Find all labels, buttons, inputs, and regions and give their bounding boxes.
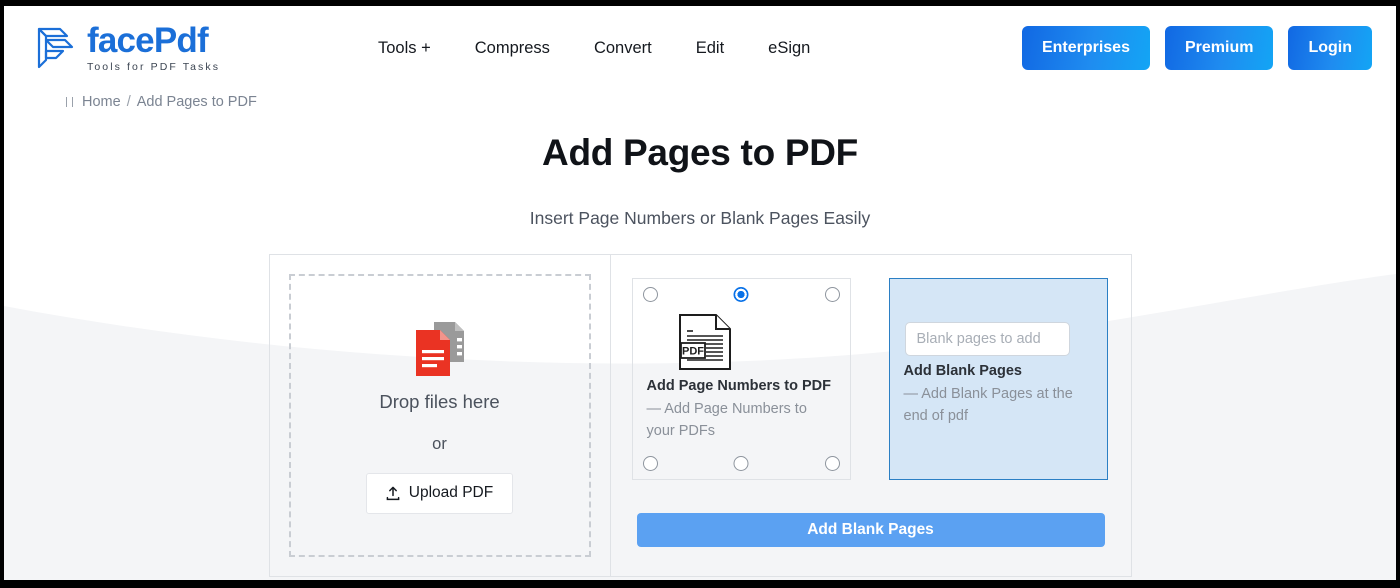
option-cards: PDF Add Page Numbers to PDF — Add Page N… [631, 278, 1110, 480]
option-description-add-blank-pages: — Add Blank Pages at the end of pdf [903, 386, 1073, 425]
nav-item-edit[interactable]: Edit [696, 39, 724, 58]
breadcrumb-separator: / [126, 94, 131, 110]
premium-button[interactable]: Premium [1164, 26, 1274, 70]
logo-wordmark: facePdf Tools for PDF Tasks [87, 23, 220, 73]
drop-files-label: Drop files here [379, 390, 500, 412]
dropzone-column: Drop files here or Upload PDF [270, 255, 611, 576]
page-title: Add Pages to PDF [542, 132, 858, 173]
facepdf-logo-icon [37, 27, 74, 69]
nav-item-esign[interactable]: eSign [768, 39, 810, 58]
login-button[interactable]: Login [1288, 26, 1372, 70]
page-number-position-bottom-right-radio[interactable] [824, 456, 840, 471]
option-card-add-blank-pages[interactable]: Add Blank Pages — Add Blank Pages at the… [888, 278, 1108, 480]
pdf-file-icon [415, 321, 464, 376]
enterprises-button[interactable]: Enterprises [1021, 26, 1150, 70]
option-title-add-blank-pages: Add Blank Pages [903, 363, 1022, 379]
blank-pages-count-input[interactable] [904, 322, 1070, 356]
breadcrumb-tick-marks [66, 97, 73, 107]
page-subtitle: Insert Page Numbers or Blank Pages Easil… [529, 208, 871, 228]
breadcrumb: Home / Add Pages to PDF [4, 90, 1396, 110]
add-blank-pages-submit-button[interactable]: Add Blank Pages [636, 513, 1105, 547]
options-column: PDF Add Page Numbers to PDF — Add Page N… [611, 255, 1131, 576]
option-description-add-page-numbers: — Add Page Numbers to your PDFs [646, 401, 807, 440]
nav-item-tools[interactable]: Tools + [378, 39, 431, 58]
hero-section: Add Pages to PDF Insert Page Numbers or … [4, 132, 1396, 229]
nav-item-convert[interactable]: Convert [594, 39, 652, 58]
tool-panel: Drop files here or Upload PDF PDF Add Pa… [268, 254, 1132, 577]
logo-name: facePdf [87, 21, 209, 61]
logo[interactable]: facePdf Tools for PDF Tasks [34, 23, 334, 73]
breadcrumb-current-page: Add Pages to PDF [136, 94, 257, 110]
breadcrumb-home-link[interactable]: Home [82, 94, 121, 110]
page-number-position-bottom-center-radio[interactable] [733, 456, 749, 471]
page-number-position-bottom-left-radio[interactable] [642, 456, 658, 471]
upload-pdf-button[interactable]: Upload PDF [365, 472, 514, 514]
upload-pdf-label: Upload PDF [408, 484, 494, 501]
logo-tagline: Tools for PDF Tasks [87, 61, 221, 74]
svg-text:PDF: PDF [682, 346, 704, 358]
header-actions: Enterprises Premium Login [1021, 26, 1372, 70]
site-header: facePdf Tools for PDF Tasks Tools + Comp… [4, 6, 1396, 90]
option-title-add-page-numbers: Add Page Numbers to PDF [646, 378, 832, 394]
main-nav: Tools + Compress Convert Edit eSign [378, 39, 810, 58]
page-number-position-top-right-radio[interactable] [824, 287, 840, 302]
nav-item-compress[interactable]: Compress [475, 39, 550, 58]
page-number-position-top-center-radio[interactable] [733, 287, 749, 302]
browser-viewport: facePdf Tools for PDF Tasks Tools + Comp… [0, 0, 1400, 588]
page-number-position-top-left-radio[interactable] [642, 287, 658, 302]
upload-icon [386, 486, 400, 500]
pdf-document-outline-icon: PDF [678, 314, 731, 370]
drop-or-label: or [432, 434, 447, 453]
file-dropzone[interactable]: Drop files here or Upload PDF [288, 274, 591, 557]
option-card-add-page-numbers[interactable]: PDF Add Page Numbers to PDF — Add Page N… [631, 278, 851, 480]
